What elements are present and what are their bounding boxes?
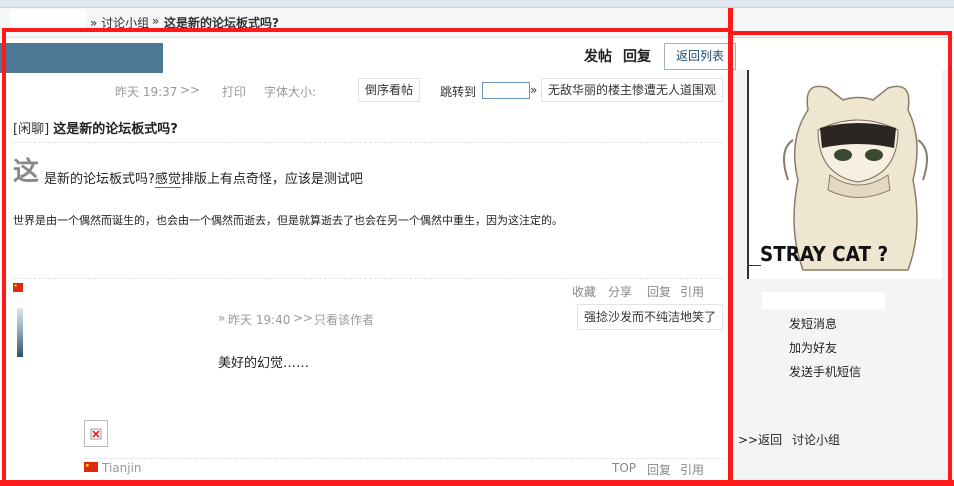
top-link[interactable]: TOP <box>612 461 636 475</box>
divider <box>13 142 723 143</box>
forum-page: » 讨论小组 » 这是新的论坛板式吗? 发帖 回复 返回列表 STRAY CAT… <box>0 0 954 486</box>
print-link[interactable]: 打印 <box>222 83 246 100</box>
post-link-arrow[interactable]: >> <box>293 311 313 325</box>
reply-link[interactable]: 回复 <box>647 283 671 300</box>
jump-to-label: 跳转到 <box>440 85 477 99</box>
quote-link[interactable]: 引用 <box>680 283 704 300</box>
post-title-text: 这是新的论坛板式吗? <box>53 122 178 137</box>
next-thread-button[interactable]: 强捻沙发而不纯洁地笑了 <box>577 304 724 330</box>
sidebar-back: >>返回 讨论小组 <box>738 431 840 448</box>
divider <box>84 458 724 459</box>
share-link[interactable]: 分享 <box>608 283 632 300</box>
jump-to-input[interactable] <box>482 82 530 99</box>
china-flag-icon <box>84 462 98 472</box>
add-friend-link[interactable]: 加为好友 <box>789 339 837 356</box>
annotation-line <box>728 8 733 486</box>
quote-link[interactable]: 引用 <box>680 461 704 478</box>
avatar-caption: STRAY CAT ? <box>760 242 889 266</box>
jump-go-arrow[interactable]: » <box>530 83 537 97</box>
send-sms-link[interactable]: 发送手机短信 <box>789 363 861 380</box>
post-link-arrow[interactable]: >> <box>180 83 200 97</box>
divider <box>13 278 723 279</box>
body-text: 排版上有点奇怪，应该是测试吧 <box>180 172 363 187</box>
reply-button[interactable]: 回复 <box>623 46 651 66</box>
new-post-button[interactable]: 发帖 <box>584 46 612 66</box>
back-to-group-link[interactable]: 讨论小组 <box>792 433 840 447</box>
post-time: 昨天 19:37 <box>115 85 178 99</box>
breadcrumb-sep: » <box>152 14 160 28</box>
post-marker: » <box>218 311 226 325</box>
post-title: [闲聊] 这是新的论坛板式吗? <box>13 118 178 137</box>
top-band <box>0 0 954 8</box>
forum-header-bar <box>0 43 163 73</box>
favorite-link[interactable]: 收藏 <box>572 283 596 300</box>
post-time: 昨天 19:40 <box>228 313 291 327</box>
breadcrumb-link-group[interactable]: 讨论小组 <box>101 16 149 30</box>
reply-avatar[interactable] <box>17 308 23 357</box>
only-author-link[interactable]: 只看该作者 <box>314 311 374 328</box>
author-avatar[interactable]: STRAY CAT ? <box>747 70 942 279</box>
broken-image-icon <box>84 420 108 447</box>
prev-thread-button[interactable]: 无敌华丽的楼主惨遭无人道围观 <box>541 78 724 102</box>
post-body-line: 是新的论坛板式吗?感觉排版上有点奇怪，应该是测试吧 <box>44 168 363 188</box>
post-category-tag[interactable]: [闲聊] <box>13 122 49 137</box>
reply-body: 美好的幻觉…… <box>218 356 310 371</box>
divider <box>747 265 761 266</box>
breadcrumb-level1[interactable]: » 讨论小组 <box>90 14 149 31</box>
back-prefix[interactable]: >>返回 <box>738 433 782 447</box>
send-message-link[interactable]: 发短消息 <box>789 315 837 332</box>
china-flag-icon <box>13 283 23 292</box>
location-label: Tianjin <box>102 461 142 475</box>
font-size-label[interactable]: 字体大小: <box>264 83 316 100</box>
reverse-order-button[interactable]: 倒序看帖 <box>358 78 421 102</box>
post-signature: 世界是由一个偶然而诞生的，也会由一个偶然而逝去，但是就算逝去了也会在另一个偶然中… <box>13 214 563 227</box>
body-text-marked: 感觉 <box>154 172 181 188</box>
breadcrumb-sep: » <box>90 16 98 30</box>
breadcrumb-home[interactable] <box>10 9 86 29</box>
breadcrumb-current[interactable]: 这是新的论坛板式吗? <box>164 14 279 31</box>
annotation-line <box>0 480 954 486</box>
reply-link[interactable]: 回复 <box>647 461 671 478</box>
back-to-list-button[interactable]: 返回列表 <box>664 43 736 70</box>
dropcap: 这 <box>13 157 40 187</box>
author-name-box <box>762 292 885 309</box>
body-text: 是新的论坛板式吗? <box>44 172 155 187</box>
